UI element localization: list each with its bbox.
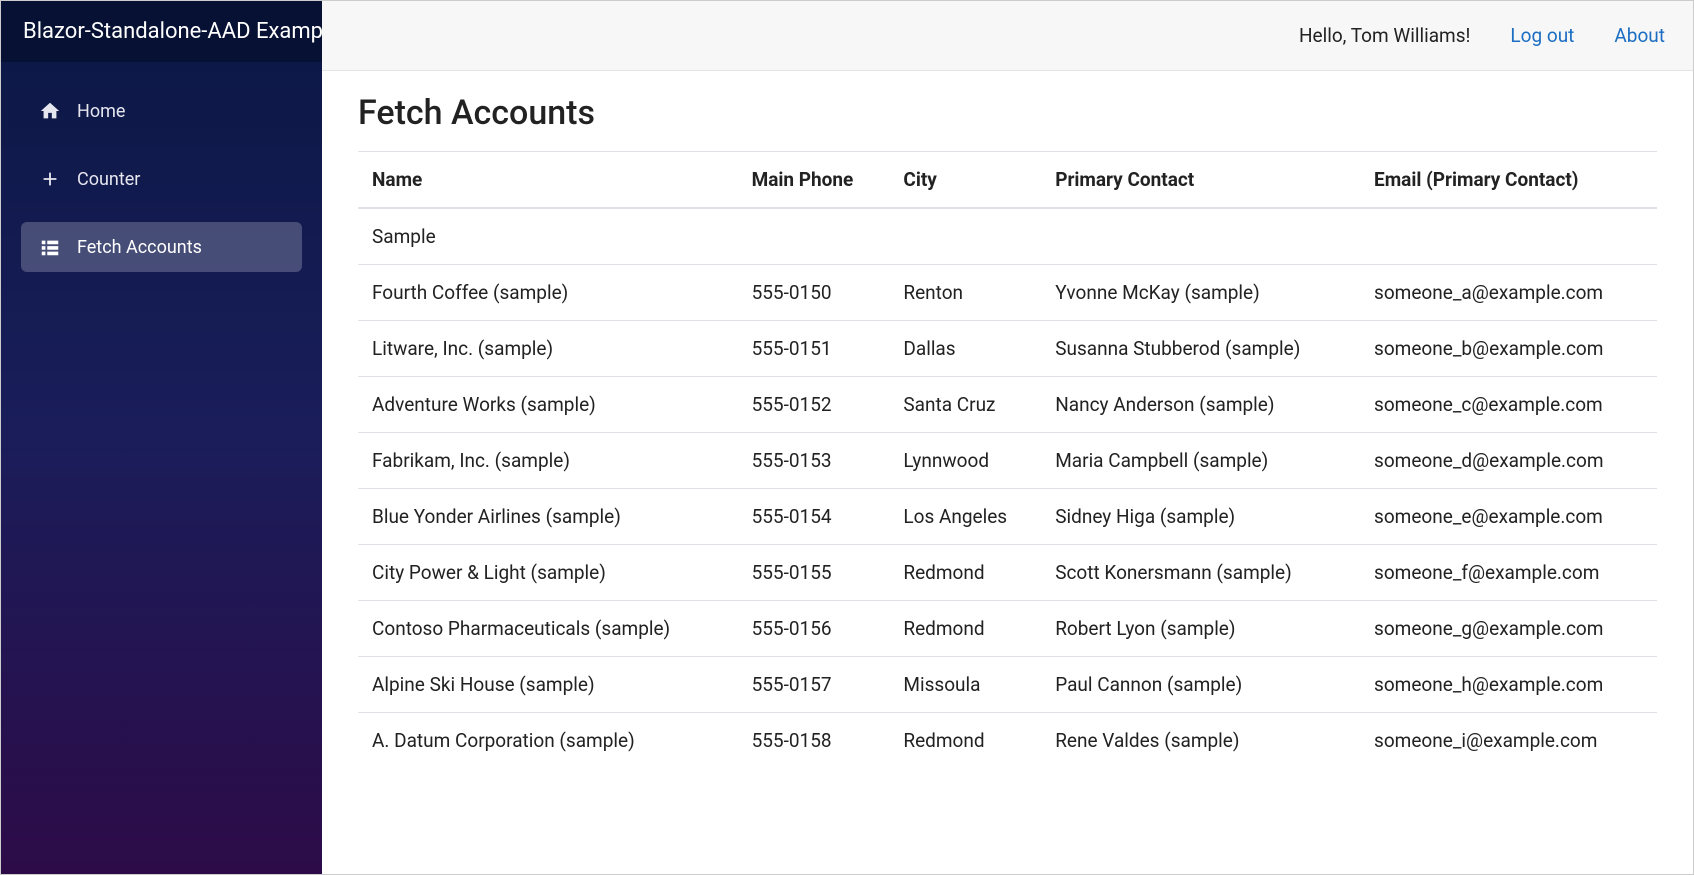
home-icon (39, 100, 61, 122)
cell-city: Lynnwood (889, 433, 1041, 489)
cell-contact: Nancy Anderson (sample) (1041, 377, 1360, 433)
sidebar: Blazor-Standalone-AAD Example Home Counte… (1, 1, 322, 874)
cell-contact: Yvonne McKay (sample) (1041, 265, 1360, 321)
column-header-phone: Main Phone (738, 152, 890, 209)
cell-name: Adventure Works (sample) (358, 377, 738, 433)
sidebar-item-label: Counter (77, 169, 140, 190)
table-header-row: Name Main Phone City Primary Contact Ema… (358, 152, 1657, 209)
cell-name: Contoso Pharmaceuticals (sample) (358, 601, 738, 657)
cell-phone: 555-0158 (738, 713, 890, 769)
topbar: Hello, Tom Williams! Log out About (322, 1, 1693, 71)
greeting-text: Hello, Tom Williams! (1299, 24, 1470, 47)
sidebar-item-label: Fetch Accounts (77, 237, 202, 258)
cell-name: City Power & Light (sample) (358, 545, 738, 601)
cell-phone: 555-0157 (738, 657, 890, 713)
cell-name: Fourth Coffee (sample) (358, 265, 738, 321)
cell-city: Santa Cruz (889, 377, 1041, 433)
table-row: Blue Yonder Airlines (sample)555-0154Los… (358, 489, 1657, 545)
cell-email: someone_f@example.com (1360, 545, 1657, 601)
cell-city: Dallas (889, 321, 1041, 377)
cell-email (1360, 208, 1657, 265)
cell-name: Litware, Inc. (sample) (358, 321, 738, 377)
cell-phone: 555-0153 (738, 433, 890, 489)
cell-contact: Rene Valdes (sample) (1041, 713, 1360, 769)
table-row: Sample (358, 208, 1657, 265)
cell-city (889, 208, 1041, 265)
cell-email: someone_c@example.com (1360, 377, 1657, 433)
table-row: Fourth Coffee (sample)555-0150RentonYvon… (358, 265, 1657, 321)
list-icon (39, 236, 61, 258)
table-row: Alpine Ski House (sample)555-0157Missoul… (358, 657, 1657, 713)
column-header-city: City (889, 152, 1041, 209)
page-title: Fetch Accounts (358, 93, 1657, 133)
cell-contact: Maria Campbell (sample) (1041, 433, 1360, 489)
cell-contact: Sidney Higa (sample) (1041, 489, 1360, 545)
table-row: City Power & Light (sample)555-0155Redmo… (358, 545, 1657, 601)
logout-link[interactable]: Log out (1510, 24, 1574, 47)
cell-phone: 555-0152 (738, 377, 890, 433)
cell-email: someone_i@example.com (1360, 713, 1657, 769)
cell-city: Renton (889, 265, 1041, 321)
cell-name: Alpine Ski House (sample) (358, 657, 738, 713)
cell-email: someone_b@example.com (1360, 321, 1657, 377)
cell-name: A. Datum Corporation (sample) (358, 713, 738, 769)
cell-name: Fabrikam, Inc. (sample) (358, 433, 738, 489)
cell-contact (1041, 208, 1360, 265)
accounts-table: Name Main Phone City Primary Contact Ema… (358, 151, 1657, 768)
sidebar-item-counter[interactable]: Counter (21, 154, 302, 204)
table-row: Litware, Inc. (sample)555-0151DallasSusa… (358, 321, 1657, 377)
cell-phone: 555-0151 (738, 321, 890, 377)
main-region: Hello, Tom Williams! Log out About Fetch… (322, 1, 1693, 874)
cell-city: Missoula (889, 657, 1041, 713)
cell-phone (738, 208, 890, 265)
cell-name: Sample (358, 208, 738, 265)
cell-contact: Susanna Stubberod (sample) (1041, 321, 1360, 377)
cell-contact: Robert Lyon (sample) (1041, 601, 1360, 657)
cell-phone: 555-0155 (738, 545, 890, 601)
cell-email: someone_e@example.com (1360, 489, 1657, 545)
cell-email: someone_h@example.com (1360, 657, 1657, 713)
table-row: A. Datum Corporation (sample)555-0158Red… (358, 713, 1657, 769)
column-header-name: Name (358, 152, 738, 209)
sidebar-nav: Home Counter Fetch Accounts (1, 62, 322, 272)
sidebar-item-label: Home (77, 101, 125, 122)
table-row: Adventure Works (sample)555-0152Santa Cr… (358, 377, 1657, 433)
column-header-contact: Primary Contact (1041, 152, 1360, 209)
sidebar-item-fetch-accounts[interactable]: Fetch Accounts (21, 222, 302, 272)
column-header-email: Email (Primary Contact) (1360, 152, 1657, 209)
brand-title[interactable]: Blazor-Standalone-AAD Example (1, 1, 322, 62)
cell-name: Blue Yonder Airlines (sample) (358, 489, 738, 545)
sidebar-item-home[interactable]: Home (21, 86, 302, 136)
cell-city: Los Angeles (889, 489, 1041, 545)
cell-contact: Paul Cannon (sample) (1041, 657, 1360, 713)
cell-email: someone_d@example.com (1360, 433, 1657, 489)
cell-phone: 555-0156 (738, 601, 890, 657)
cell-contact: Scott Konersmann (sample) (1041, 545, 1360, 601)
table-row: Fabrikam, Inc. (sample)555-0153LynnwoodM… (358, 433, 1657, 489)
cell-phone: 555-0150 (738, 265, 890, 321)
content-region: Fetch Accounts Name Main Phone City Prim… (322, 71, 1693, 874)
cell-city: Redmond (889, 713, 1041, 769)
table-row: Contoso Pharmaceuticals (sample)555-0156… (358, 601, 1657, 657)
cell-city: Redmond (889, 601, 1041, 657)
cell-city: Redmond (889, 545, 1041, 601)
cell-phone: 555-0154 (738, 489, 890, 545)
about-link[interactable]: About (1614, 24, 1665, 47)
cell-email: someone_a@example.com (1360, 265, 1657, 321)
plus-icon (39, 168, 61, 190)
cell-email: someone_g@example.com (1360, 601, 1657, 657)
